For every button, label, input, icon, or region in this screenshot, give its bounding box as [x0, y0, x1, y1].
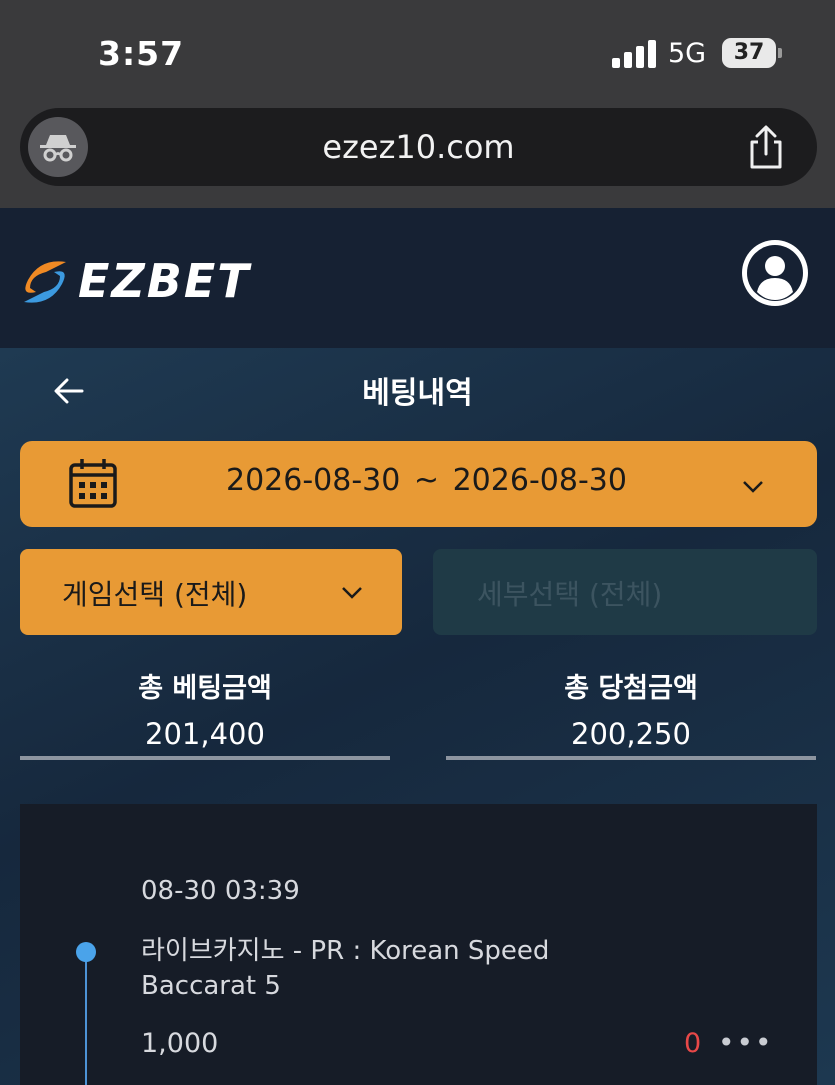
user-avatar-icon[interactable]	[742, 240, 808, 306]
calendar-icon	[68, 457, 118, 509]
battery-icon: 37	[722, 38, 782, 68]
date-range-text: 2026-08-30 ~ 2026-08-30	[226, 463, 627, 498]
more-options-icon[interactable]: •••	[718, 1026, 774, 1059]
bet-game-line2: Baccarat 5	[141, 971, 281, 1001]
url-text[interactable]: ezez10.com	[20, 128, 817, 166]
detail-select-label: 세부선택 (전체)	[477, 578, 663, 611]
timeline-dot	[76, 942, 96, 962]
page-title: 베팅내역	[362, 376, 473, 411]
end-date: 2026-08-30	[452, 463, 627, 498]
bet-win-amount: 0	[684, 1028, 702, 1059]
share-icon[interactable]	[744, 124, 788, 170]
signal-icon	[612, 40, 656, 68]
bet-history-list: 08-30 03:39 라이브카지노 - PR : Korean Speed B…	[20, 804, 817, 1085]
logo-text: EZBET	[78, 254, 251, 308]
total-win-summary: 총 당첨금액 200,250	[446, 666, 816, 751]
game-select-dropdown[interactable]: 게임선택 (전체)	[20, 549, 402, 635]
betting-history-page: 베팅내역 2026-08-30 ~ 2026-08-30 게임선택 (전체) 세…	[0, 348, 835, 1085]
date-range-picker[interactable]: 2026-08-30 ~ 2026-08-30	[20, 441, 817, 527]
chevron-down-icon	[341, 585, 363, 599]
game-select-label: 게임선택 (전체)	[62, 578, 248, 611]
total-bet-label: 총 베팅금액	[138, 673, 272, 704]
date-separator: ~	[413, 463, 440, 498]
bet-timestamp: 08-30 03:39	[141, 876, 300, 906]
network-label: 5G	[668, 38, 707, 69]
bet-amount: 1,000	[141, 1028, 219, 1059]
status-time: 3:57	[98, 34, 185, 73]
bet-game-line1: 라이브카지노 - PR : Korean Speed	[141, 936, 550, 966]
total-bet-value: 201,400	[145, 717, 265, 751]
total-win-value: 200,250	[571, 717, 691, 751]
divider	[446, 756, 816, 760]
address-bar[interactable]: ezez10.com	[20, 108, 817, 186]
start-date: 2026-08-30	[226, 463, 401, 498]
chevron-down-icon	[742, 479, 764, 493]
divider	[20, 756, 390, 760]
ezbet-logo[interactable]: EZBET	[16, 252, 276, 312]
total-win-label: 총 당첨금액	[564, 673, 698, 704]
timeline-line	[85, 954, 87, 1085]
total-bet-summary: 총 베팅금액 201,400	[20, 666, 390, 751]
app-header: EZBET	[0, 208, 835, 348]
detail-select-dropdown[interactable]: 세부선택 (전체)	[433, 549, 817, 635]
browser-chrome: 3:57 5G 37 ezez10.com	[0, 0, 835, 208]
bet-game-name: 라이브카지노 - PR : Korean Speed Baccarat 5	[141, 934, 601, 1004]
